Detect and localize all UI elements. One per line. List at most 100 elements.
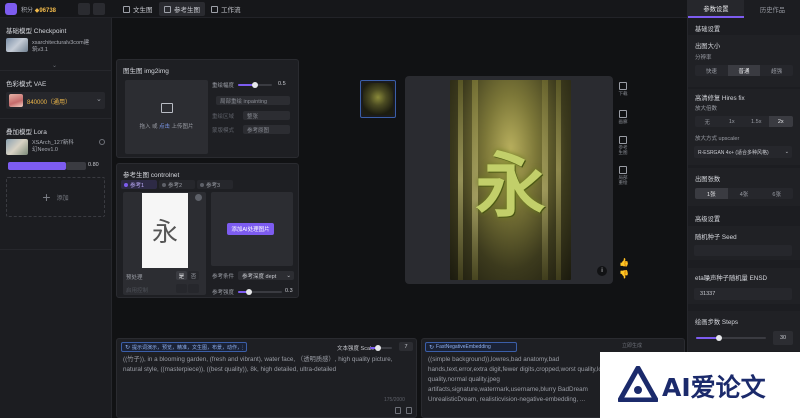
close-icon[interactable] — [99, 139, 105, 145]
chevron-down-icon: ⌄ — [784, 149, 789, 155]
redraw-slider[interactable] — [238, 82, 272, 88]
thumbs-up-icon[interactable]: 👍 — [619, 258, 629, 267]
speed-option[interactable]: 普通 — [727, 65, 761, 76]
lora-name[interactable]: XSArch_127新科 幻Neov1.0 — [32, 140, 74, 154]
add-lora-button[interactable]: + 添加 — [6, 177, 105, 217]
points-label: 积分 — [21, 8, 34, 14]
controlnet-image-slot[interactable]: 永 预处理 是 否 启用控制 — [123, 192, 206, 295]
control-condition-select[interactable]: 参考深度 dept ⌄ — [238, 271, 294, 280]
img2img-panel: 图生图 img2img 拖入 或 点击 上传图片 重绘幅度 0.5 局部重绘 i… — [116, 59, 299, 158]
result-canvas: 永 i — [405, 76, 613, 284]
eta-value: 31337 — [700, 291, 716, 297]
checkpoint-name-line: xsarchitecturalv3com建 — [32, 40, 90, 46]
upload-click-link[interactable]: 点击 — [159, 124, 170, 130]
prompt-preset-tag[interactable]: ↻提示词演示，预览，精准，文生图，布景，动作，显示提示 — [121, 342, 247, 352]
checkpoint-section: 基础模型 Checkpoint xsarchitecturalv3com建 筑v3… — [0, 18, 111, 71]
steps-value[interactable]: 30 — [773, 331, 793, 345]
history-thumbnail[interactable] — [360, 80, 396, 118]
download-tool[interactable]: 下载 — [617, 82, 629, 104]
count-option[interactable]: 1张 — [695, 188, 728, 199]
tab-img2img[interactable]: 参考生图 — [159, 2, 205, 16]
mask-area-label: 重绘区域 — [212, 114, 235, 120]
scale-slider[interactable] — [370, 345, 392, 351]
preprocess-yes-button[interactable]: 是 — [176, 271, 187, 280]
count-option[interactable]: 4张 — [728, 188, 761, 199]
upload-hint: 拖入 或 点击 上传图片 — [125, 122, 208, 130]
positive-prompt-text[interactable]: ((竹子)), in a blooming garden, (fresh and… — [123, 355, 413, 375]
refresh-icon: ↻ — [429, 344, 435, 351]
prompt-tag-label: 提示词演示，预览，精准，文生图，布景，动作，显示提示 — [132, 344, 243, 351]
hires-option[interactable]: 无 — [695, 116, 720, 127]
eta-input[interactable]: 31337 — [694, 288, 792, 300]
control-condition-value: 参考深度 dept — [242, 273, 277, 280]
menu-icon[interactable] — [93, 3, 105, 15]
control-weight-slider[interactable] — [238, 289, 282, 295]
mask-mode-select[interactable]: 参考原图 — [243, 125, 290, 134]
controlnet-panel: 参考生图 controlnet 参考1 参考2 参考3 永 预处理 是 否 启用… — [116, 163, 299, 298]
hires-option[interactable]: 1.5x — [744, 116, 769, 127]
reference-tool[interactable]: 参考生图 — [617, 136, 629, 164]
chevron-down-icon[interactable]: ⌄ — [52, 62, 57, 69]
tab-txt2img[interactable]: 文生图 — [118, 2, 158, 16]
negative-embedding-tag[interactable]: ↻ FastNegativeEmbedding — [425, 342, 517, 352]
vae-thumbnail — [9, 94, 23, 107]
app-logo[interactable] — [5, 3, 17, 15]
vae-section: 色彩模式 VAE 840000（通用） ⌄ — [0, 72, 111, 119]
tab-history[interactable]: 历史作品 — [744, 0, 800, 18]
steps-slider[interactable] — [696, 335, 766, 341]
preprocess-label: 预处理 — [126, 275, 143, 281]
thumbs-down-icon[interactable]: 👎 — [619, 270, 629, 279]
controlnet-tab-1[interactable]: 参考1 — [121, 180, 157, 189]
grid-icon[interactable] — [78, 3, 90, 15]
count-option[interactable]: 6张 — [760, 188, 793, 199]
vae-select[interactable]: 840000（通用） ⌄ — [6, 92, 105, 109]
gallery-tool[interactable]: 画廊 — [617, 110, 629, 132]
preprocess-no-button[interactable]: 否 — [188, 271, 199, 280]
speed-selector[interactable]: 快速 普通 超强 — [695, 65, 793, 76]
speed-option[interactable]: 快速 — [695, 65, 728, 76]
upscaler-select[interactable]: R-ESRGAN 4x+ (适合多种风格) ⌄ — [694, 146, 792, 158]
add-processed-image-button[interactable]: 添加AI处理图片 — [227, 223, 274, 235]
controlnet-title: 参考生图 controlnet — [123, 172, 180, 179]
info-icon[interactable]: i — [597, 266, 607, 276]
inpaint-tool[interactable]: 局部重绘 — [617, 166, 629, 194]
tab-label: 参数设置 — [703, 5, 729, 13]
controlnet-tab-2[interactable]: 参考2 — [159, 180, 195, 189]
mask-mode-value: 参考原图 — [247, 127, 270, 134]
tab-workflow[interactable]: 工作流 — [206, 2, 246, 16]
copy-icon[interactable] — [406, 407, 412, 414]
tool-label: 下载 — [618, 91, 628, 96]
inpaint-label: 局部重绘 inpainting — [220, 98, 268, 105]
tab-params[interactable]: 参数设置 — [688, 0, 744, 18]
lora-weight-slider[interactable] — [8, 162, 66, 170]
img2img-dropzone[interactable]: 拖入 或 点击 上传图片 — [125, 80, 208, 154]
scale-value[interactable]: 7 — [399, 342, 413, 351]
close-icon[interactable] — [195, 194, 202, 201]
hires-title: 高清修复 Hires fix — [695, 95, 745, 102]
negative-prompt-text[interactable]: ((simple background)),lowres,bad anatomy… — [428, 355, 608, 405]
controlnet-tab-3[interactable]: 参考3 — [197, 180, 233, 189]
tab-label: 工作流 — [221, 7, 241, 14]
checkpoint-name[interactable]: xsarchitecturalv3com建 筑v3.1 — [32, 40, 89, 54]
checkpoint-thumbnail[interactable] — [6, 38, 28, 52]
positive-prompt-box[interactable]: ↻提示词演示，预览，精准，文生图，布景，动作，显示提示 文本强度 Scale 7… — [116, 338, 417, 418]
controlnet-processed-slot: 添加AI处理图片 — [211, 192, 293, 266]
redraw-value: 0.5 — [278, 81, 286, 87]
seed-input[interactable] — [694, 245, 792, 256]
generated-character: 永 — [450, 130, 571, 231]
enable-control-toggle-b[interactable] — [188, 284, 199, 293]
tool-label: 参考生图 — [618, 145, 628, 155]
hires-option[interactable]: 1x — [720, 116, 745, 127]
inpaint-toggle[interactable]: 局部重绘 inpainting — [216, 96, 290, 105]
hires-option[interactable]: 2x — [768, 116, 793, 127]
mask-area-select[interactable]: 整张 — [243, 111, 290, 120]
lora-thumbnail[interactable] — [6, 139, 28, 155]
generated-image[interactable]: 永 — [450, 80, 571, 280]
speed-option[interactable]: 超强 — [760, 65, 793, 76]
inpaint-icon — [619, 166, 627, 174]
trash-icon[interactable] — [395, 407, 401, 414]
count-selector[interactable]: 1张 4张 6张 — [695, 188, 793, 199]
hires-scale-selector[interactable]: 无 1x 1.5x 2x — [695, 116, 793, 127]
enable-control-toggle-a[interactable] — [176, 284, 187, 293]
vae-title: 色彩模式 VAE — [6, 81, 47, 88]
